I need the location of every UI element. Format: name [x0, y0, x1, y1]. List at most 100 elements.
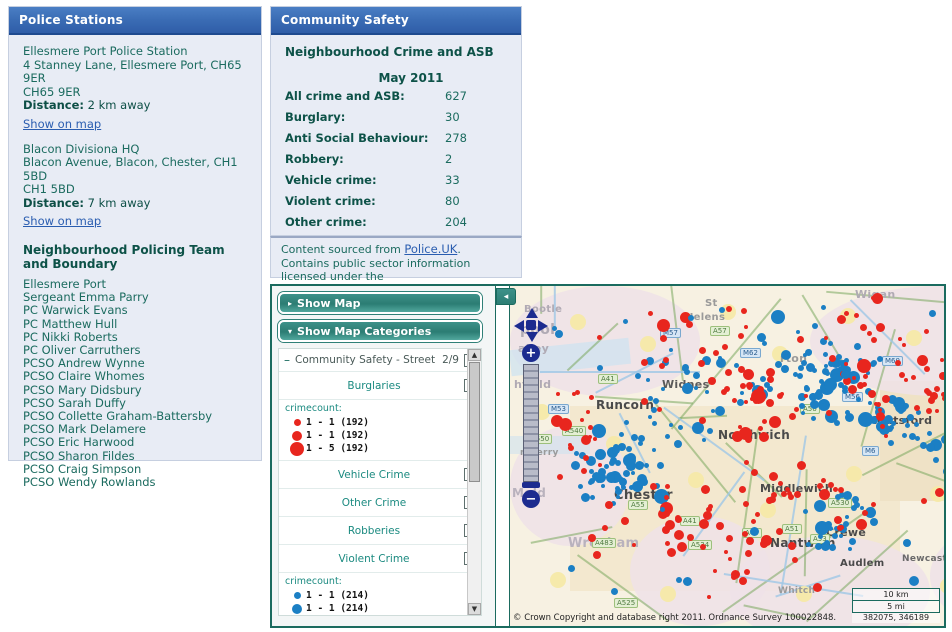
categories-scrollbar[interactable]: ▲ ▼ [467, 349, 481, 615]
show-on-map-link[interactable]: Show on map [23, 214, 101, 229]
crime-marker [811, 322, 818, 329]
crime-marker [687, 314, 694, 321]
police-uk-link[interactable]: Police.UK [404, 242, 457, 257]
pan-control[interactable] [514, 308, 548, 342]
crime-marker [587, 424, 593, 430]
team-member: PCSO Eric Harwood [23, 435, 135, 450]
crime-marker [855, 396, 861, 402]
crime-marker [661, 525, 670, 534]
crime-marker [828, 355, 836, 363]
map-controls-panel: ▸ Show Map ▾ Show Map Categories – Commu… [272, 286, 496, 626]
crime-marker [763, 541, 769, 547]
crime-marker [910, 374, 916, 380]
crime-marker [741, 530, 748, 537]
station-item: Ellesmere Port Police Station 4 Stanney … [23, 44, 249, 132]
crime-marker [904, 422, 910, 428]
crime-marker [844, 410, 850, 416]
legend-entry: 1 - 1 (214) [285, 589, 481, 602]
station-address: 4 Stanney Lane, Ellesmere Port, CH65 9ER [23, 57, 242, 85]
crime-marker [821, 541, 831, 551]
legend-symbol-icon [292, 603, 302, 614]
crime-stat-row: Other crime: 204 [285, 215, 509, 229]
crime-marker [894, 359, 901, 366]
pan-down-icon[interactable] [526, 332, 538, 342]
crime-marker [674, 529, 685, 540]
show-map-accordion[interactable]: ▸ Show Map [278, 292, 482, 314]
crime-marker [783, 353, 789, 359]
collapse-panel-button[interactable]: ◂ [496, 288, 516, 305]
zoom-out-button[interactable]: − [522, 490, 540, 508]
legend-title: crimecount: [285, 403, 342, 414]
crime-marker [827, 481, 834, 488]
legend-symbol-icon [290, 441, 304, 456]
category-root-row[interactable]: – Community Safety - Street 2/9 [279, 349, 481, 372]
crime-marker [701, 484, 711, 494]
crime-marker [617, 442, 626, 451]
crime-marker [924, 365, 931, 372]
crime-marker [721, 344, 728, 351]
crime-marker [738, 576, 747, 585]
crime-marker [568, 442, 573, 447]
scroll-up-arrow[interactable]: ▲ [468, 349, 481, 361]
zoom-in-button[interactable]: + [522, 344, 540, 362]
pan-right-icon[interactable] [538, 320, 548, 332]
crime-marker [585, 410, 590, 415]
crime-month: May 2011 [378, 71, 444, 85]
map-road-label: A525 [614, 598, 639, 608]
crime-marker [693, 385, 698, 390]
crime-marker [793, 371, 799, 377]
crime-stat-value: 80 [445, 194, 460, 208]
police-stations-header: Police Stations [9, 7, 261, 35]
crime-stat-row: All crime and ASB: 627 [285, 89, 509, 103]
crime-marker [622, 454, 636, 468]
map-canvas[interactable]: MANCHESTERAshton-UWiganStHelensBootlepoo… [509, 286, 944, 626]
crime-marker [643, 462, 649, 468]
zoom-slider-thumb[interactable] [522, 482, 540, 488]
crime-stat-label: Anti Social Behaviour: [285, 131, 429, 145]
crime-marker [731, 397, 737, 403]
crime-marker [935, 487, 944, 497]
town-marker [846, 466, 862, 482]
legend-entry: 1 - 1 (192) [285, 429, 481, 442]
crime-marker [926, 430, 932, 436]
crime-marker [727, 556, 732, 561]
pan-left-icon[interactable] [514, 320, 524, 332]
crime-marker [859, 505, 864, 510]
station-postcode: CH1 5BD [23, 182, 75, 196]
crime-marker [847, 546, 852, 551]
show-map-categories-accordion[interactable]: ▾ Show Map Categories [278, 320, 482, 342]
police-stations-body: Ellesmere Port Police Station 4 Stanney … [9, 35, 261, 499]
pan-center-icon[interactable] [526, 320, 536, 330]
map-road-label: A51 [782, 524, 802, 534]
crime-marker [848, 537, 856, 545]
map-road-label: A483 [592, 538, 617, 548]
collapse-minus-icon[interactable]: – [284, 353, 290, 367]
map-road-label: A55 [628, 500, 648, 510]
crime-marker [726, 534, 734, 542]
team-member: PCSO Claire Whomes [23, 369, 145, 384]
zoom-slider-track[interactable] [523, 364, 539, 482]
pan-up-icon[interactable] [526, 308, 538, 318]
show-map-label: Show Map [297, 296, 361, 310]
crime-marker [843, 361, 848, 366]
crime-marker [581, 492, 591, 502]
category-row[interactable]: Other Crime [279, 489, 481, 517]
category-row[interactable]: Robberies [279, 517, 481, 545]
crime-marker [640, 358, 648, 366]
crime-stat-label: Robbery: [285, 152, 344, 166]
map-navigation-control[interactable]: + − [514, 308, 548, 508]
category-row[interactable]: Burglaries [279, 372, 481, 400]
scroll-down-arrow[interactable]: ▼ [468, 603, 481, 615]
crime-marker [590, 494, 596, 500]
crime-marker [699, 543, 706, 550]
crime-marker [714, 405, 725, 416]
category-row[interactable]: Vehicle Crime [279, 461, 481, 489]
crime-marker [861, 510, 868, 517]
category-row[interactable]: Violent Crime [279, 545, 481, 573]
show-on-map-link[interactable]: Show on map [23, 117, 101, 132]
scrollbar-thumb[interactable] [469, 362, 480, 482]
crime-marker [761, 418, 767, 424]
map-road-label: M53 [548, 404, 569, 414]
crime-marker [664, 433, 670, 439]
map-background [510, 286, 944, 626]
